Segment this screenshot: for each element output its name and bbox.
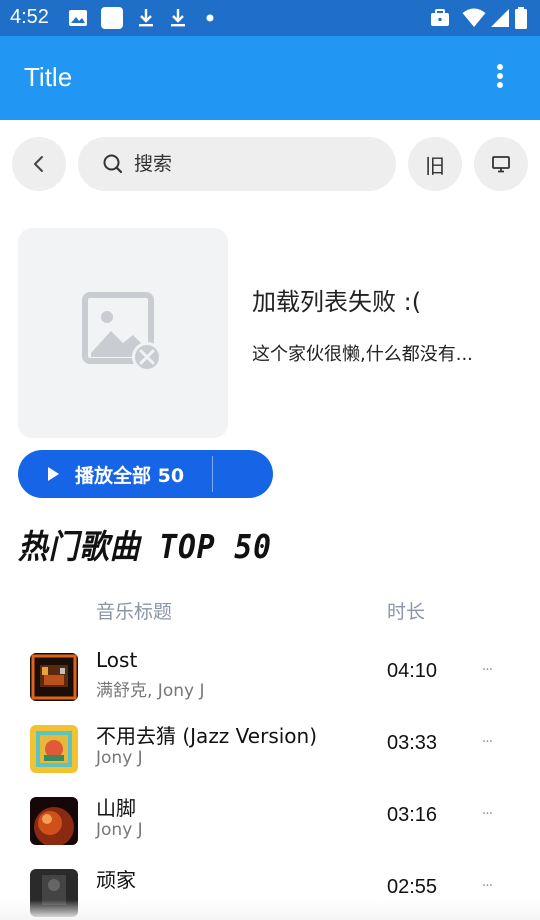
- signal-icon: [490, 8, 510, 28]
- desktop-button[interactable]: [474, 137, 528, 191]
- song-cover: [30, 725, 78, 773]
- song-artist: Jony J: [96, 748, 143, 768]
- dot-icon: [200, 8, 220, 28]
- status-time: 4:52: [10, 6, 49, 28]
- playlist-title: 加载列表失败 :(: [252, 288, 422, 316]
- battery-icon: [514, 7, 528, 29]
- bottom-bar-edge: [0, 900, 540, 920]
- section-title: 热门歌曲 TOP 50: [18, 527, 272, 566]
- app-bar: Title: [0, 36, 540, 120]
- search-icon: [103, 154, 123, 174]
- old-version-label: 旧: [425, 153, 445, 178]
- wifi-icon: [462, 8, 486, 28]
- column-header-duration: 时长: [387, 601, 426, 623]
- song-cover: [30, 653, 78, 701]
- download-icon: [136, 8, 156, 28]
- song-duration: 02:55: [387, 876, 438, 898]
- search-box[interactable]: [78, 137, 396, 191]
- app-title: Title: [24, 62, 73, 92]
- play-all-label: 播放全部 50: [75, 464, 185, 487]
- song-more-button[interactable]: ···: [476, 660, 498, 680]
- song-more-button[interactable]: ···: [476, 876, 498, 896]
- playlist-cover: [18, 228, 228, 438]
- column-header-title: 音乐标题: [96, 601, 173, 623]
- song-more-button[interactable]: ···: [476, 732, 498, 752]
- song-title: 顽家: [96, 868, 136, 892]
- more-vertical-icon[interactable]: [488, 64, 512, 94]
- download-icon: [168, 8, 188, 28]
- play-all-secondary-button[interactable]: [213, 450, 273, 498]
- search-input[interactable]: [134, 149, 374, 179]
- song-artist: Jony J: [96, 820, 143, 840]
- play-all-button[interactable]: 播放全部 50: [18, 450, 273, 498]
- song-title: 不用去猜 (Jazz Version): [96, 724, 318, 748]
- play-icon: [48, 467, 59, 481]
- monitor-icon: [492, 156, 510, 173]
- song-title: Lost: [96, 648, 138, 672]
- broken-image-icon: [82, 292, 162, 372]
- status-bar: 4:52: [0, 0, 540, 36]
- song-cover: [30, 797, 78, 845]
- song-row[interactable]: 不用去猜 (Jazz Version) Jony J 03:33 ···: [0, 720, 540, 792]
- song-more-button[interactable]: ···: [476, 804, 498, 824]
- playlist-description: 这个家伙很懒,什么都没有...: [252, 344, 473, 365]
- song-row[interactable]: Lost 满舒克, Jony J 04:10 ···: [0, 648, 540, 720]
- chevron-left-icon: [34, 156, 43, 172]
- image-icon: [68, 8, 88, 28]
- song-artist: 满舒克, Jony J: [96, 681, 205, 701]
- back-button[interactable]: [12, 137, 66, 191]
- briefcase-icon: [430, 8, 450, 28]
- song-duration: 03:33: [387, 732, 438, 754]
- app-square-icon: [100, 7, 124, 29]
- old-version-button[interactable]: 旧: [408, 137, 462, 191]
- song-row[interactable]: 山脚 Jony J 03:16 ···: [0, 792, 540, 864]
- song-title: 山脚: [96, 796, 136, 820]
- song-duration: 03:16: [387, 804, 438, 826]
- song-duration: 04:10: [387, 660, 438, 682]
- play-all-main[interactable]: 播放全部 50: [18, 450, 212, 498]
